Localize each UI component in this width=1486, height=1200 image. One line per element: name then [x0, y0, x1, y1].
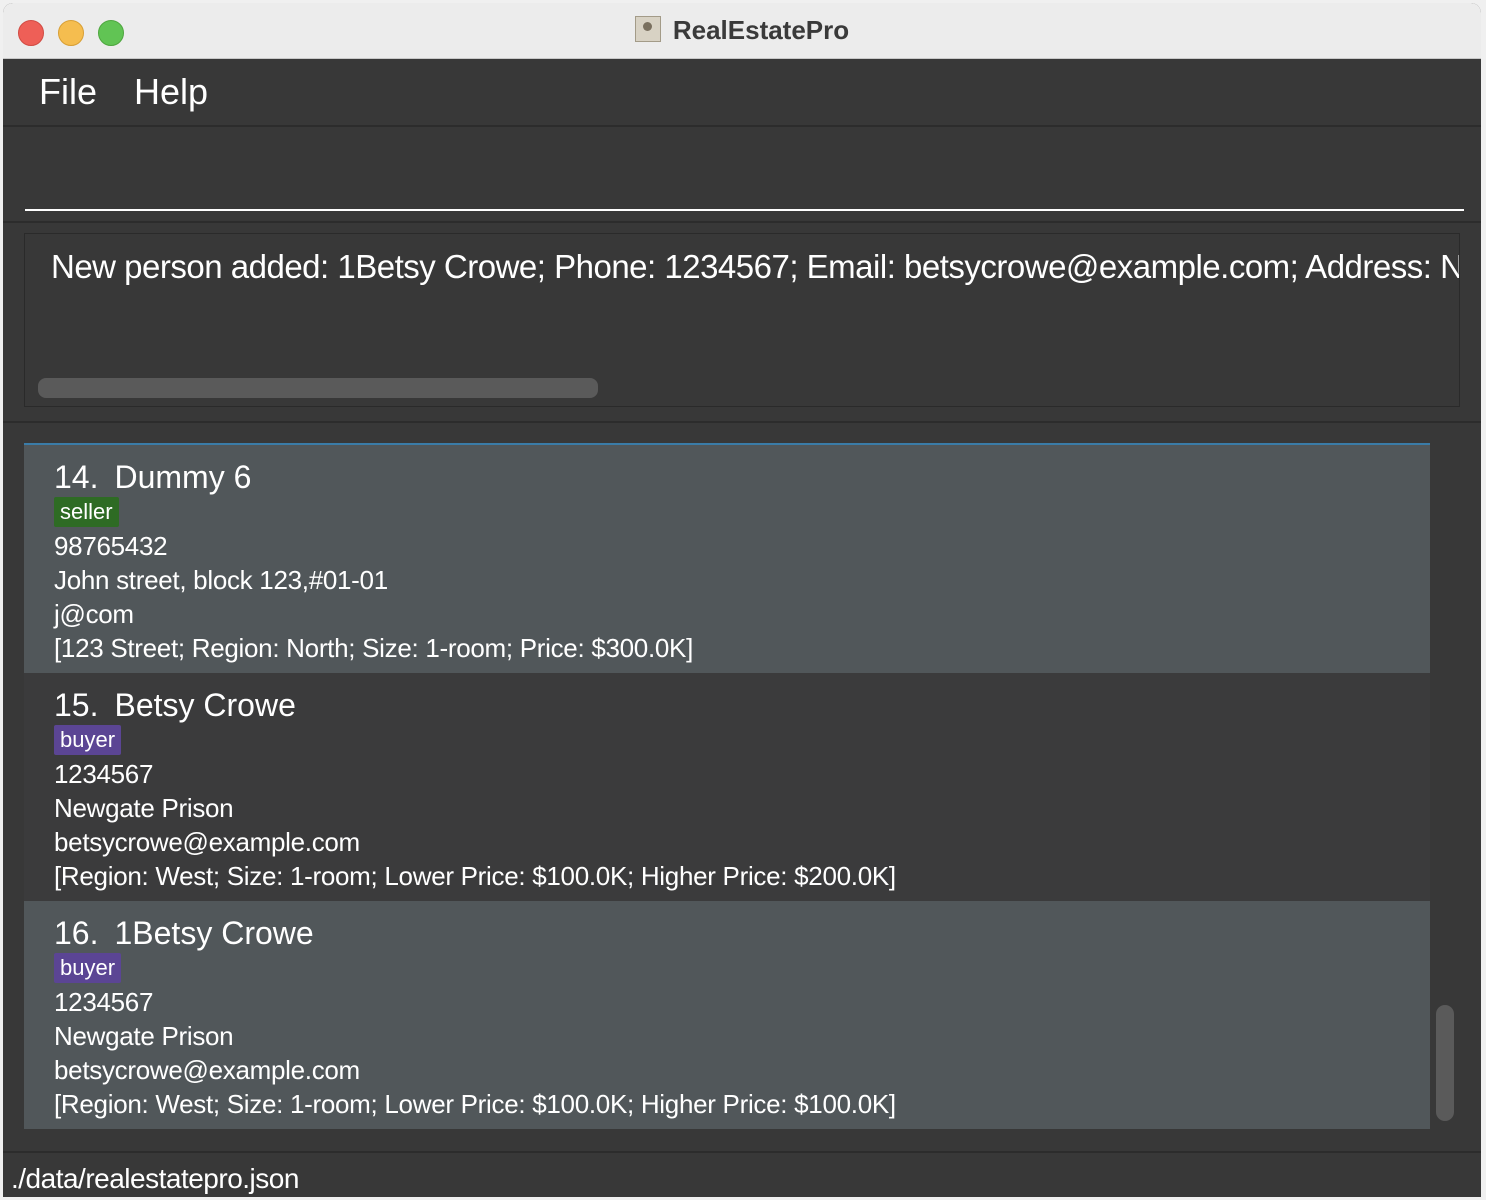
window-title: RealEstatePro	[672, 15, 850, 45]
person-card[interactable]: 16. 1Betsy Crowe buyer 1234567 Newgate Pr…	[24, 901, 1430, 1129]
result-display-area: New person added: 1Betsy Crowe; Phone: 1…	[3, 223, 1481, 423]
person-phone: 1234567	[54, 987, 154, 1017]
person-card-heading: 14. Dummy 6	[54, 459, 251, 496]
person-details: [Region: West; Size: 1-room; Lower Price…	[54, 861, 896, 891]
person-index: 14.	[54, 459, 99, 495]
person-address: Newgate Prison	[54, 793, 234, 823]
person-name: 1Betsy Crowe	[114, 915, 314, 951]
person-email: betsycrowe@example.com	[54, 1055, 360, 1085]
app-window: RealEstatePro File Help New person added…	[3, 3, 1481, 1197]
person-list-vertical-scrollbar[interactable]	[1436, 1005, 1454, 1121]
person-details: [123 Street; Region: North; Size: 1-room…	[54, 633, 694, 663]
person-card[interactable]: 15. Betsy Crowe buyer 1234567 Newgate Pri…	[24, 673, 1430, 901]
person-tag: buyer	[54, 725, 122, 755]
status-bar: ./data/realestatepro.json	[3, 1153, 1481, 1197]
person-list-panel: 14. Dummy 6 seller 98765432 John street, …	[3, 423, 1481, 1153]
person-card-heading: 15. Betsy Crowe	[54, 687, 296, 724]
menu-bar: File Help	[3, 59, 1481, 127]
person-card[interactable]: 14. Dummy 6 seller 98765432 John street, …	[24, 445, 1430, 673]
result-horizontal-scrollbar[interactable]	[38, 378, 598, 398]
person-address: John street, block 123,#01-01	[54, 565, 388, 595]
window-title-container: RealEstatePro	[3, 15, 1481, 46]
person-index: 15.	[54, 687, 99, 723]
person-email: betsycrowe@example.com	[54, 827, 360, 857]
person-phone: 98765432	[54, 531, 168, 561]
person-tag: buyer	[54, 953, 122, 983]
address-book-icon	[634, 16, 661, 42]
person-name: Dummy 6	[114, 459, 252, 495]
person-index: 16.	[54, 915, 99, 951]
person-email: j@com	[54, 599, 134, 629]
person-list[interactable]: 14. Dummy 6 seller 98765432 John street, …	[24, 443, 1430, 1133]
person-card-heading: 16. 1Betsy Crowe	[54, 915, 314, 952]
data-file-path: ./data/realestatepro.json	[11, 1163, 299, 1194]
result-display: New person added: 1Betsy Crowe; Phone: 1…	[24, 233, 1460, 407]
person-phone: 1234567	[54, 759, 154, 789]
command-input[interactable]	[25, 127, 1464, 211]
result-message: New person added: 1Betsy Crowe; Phone: 1…	[51, 248, 1459, 285]
command-box-area	[3, 127, 1481, 223]
person-address: Newgate Prison	[54, 1021, 234, 1051]
person-tag: seller	[54, 497, 119, 527]
title-bar: RealEstatePro	[3, 3, 1481, 59]
person-name: Betsy Crowe	[114, 687, 296, 723]
person-details: [Region: West; Size: 1-room; Lower Price…	[54, 1089, 896, 1119]
menu-help[interactable]: Help	[130, 71, 212, 113]
menu-file[interactable]: File	[35, 71, 101, 113]
